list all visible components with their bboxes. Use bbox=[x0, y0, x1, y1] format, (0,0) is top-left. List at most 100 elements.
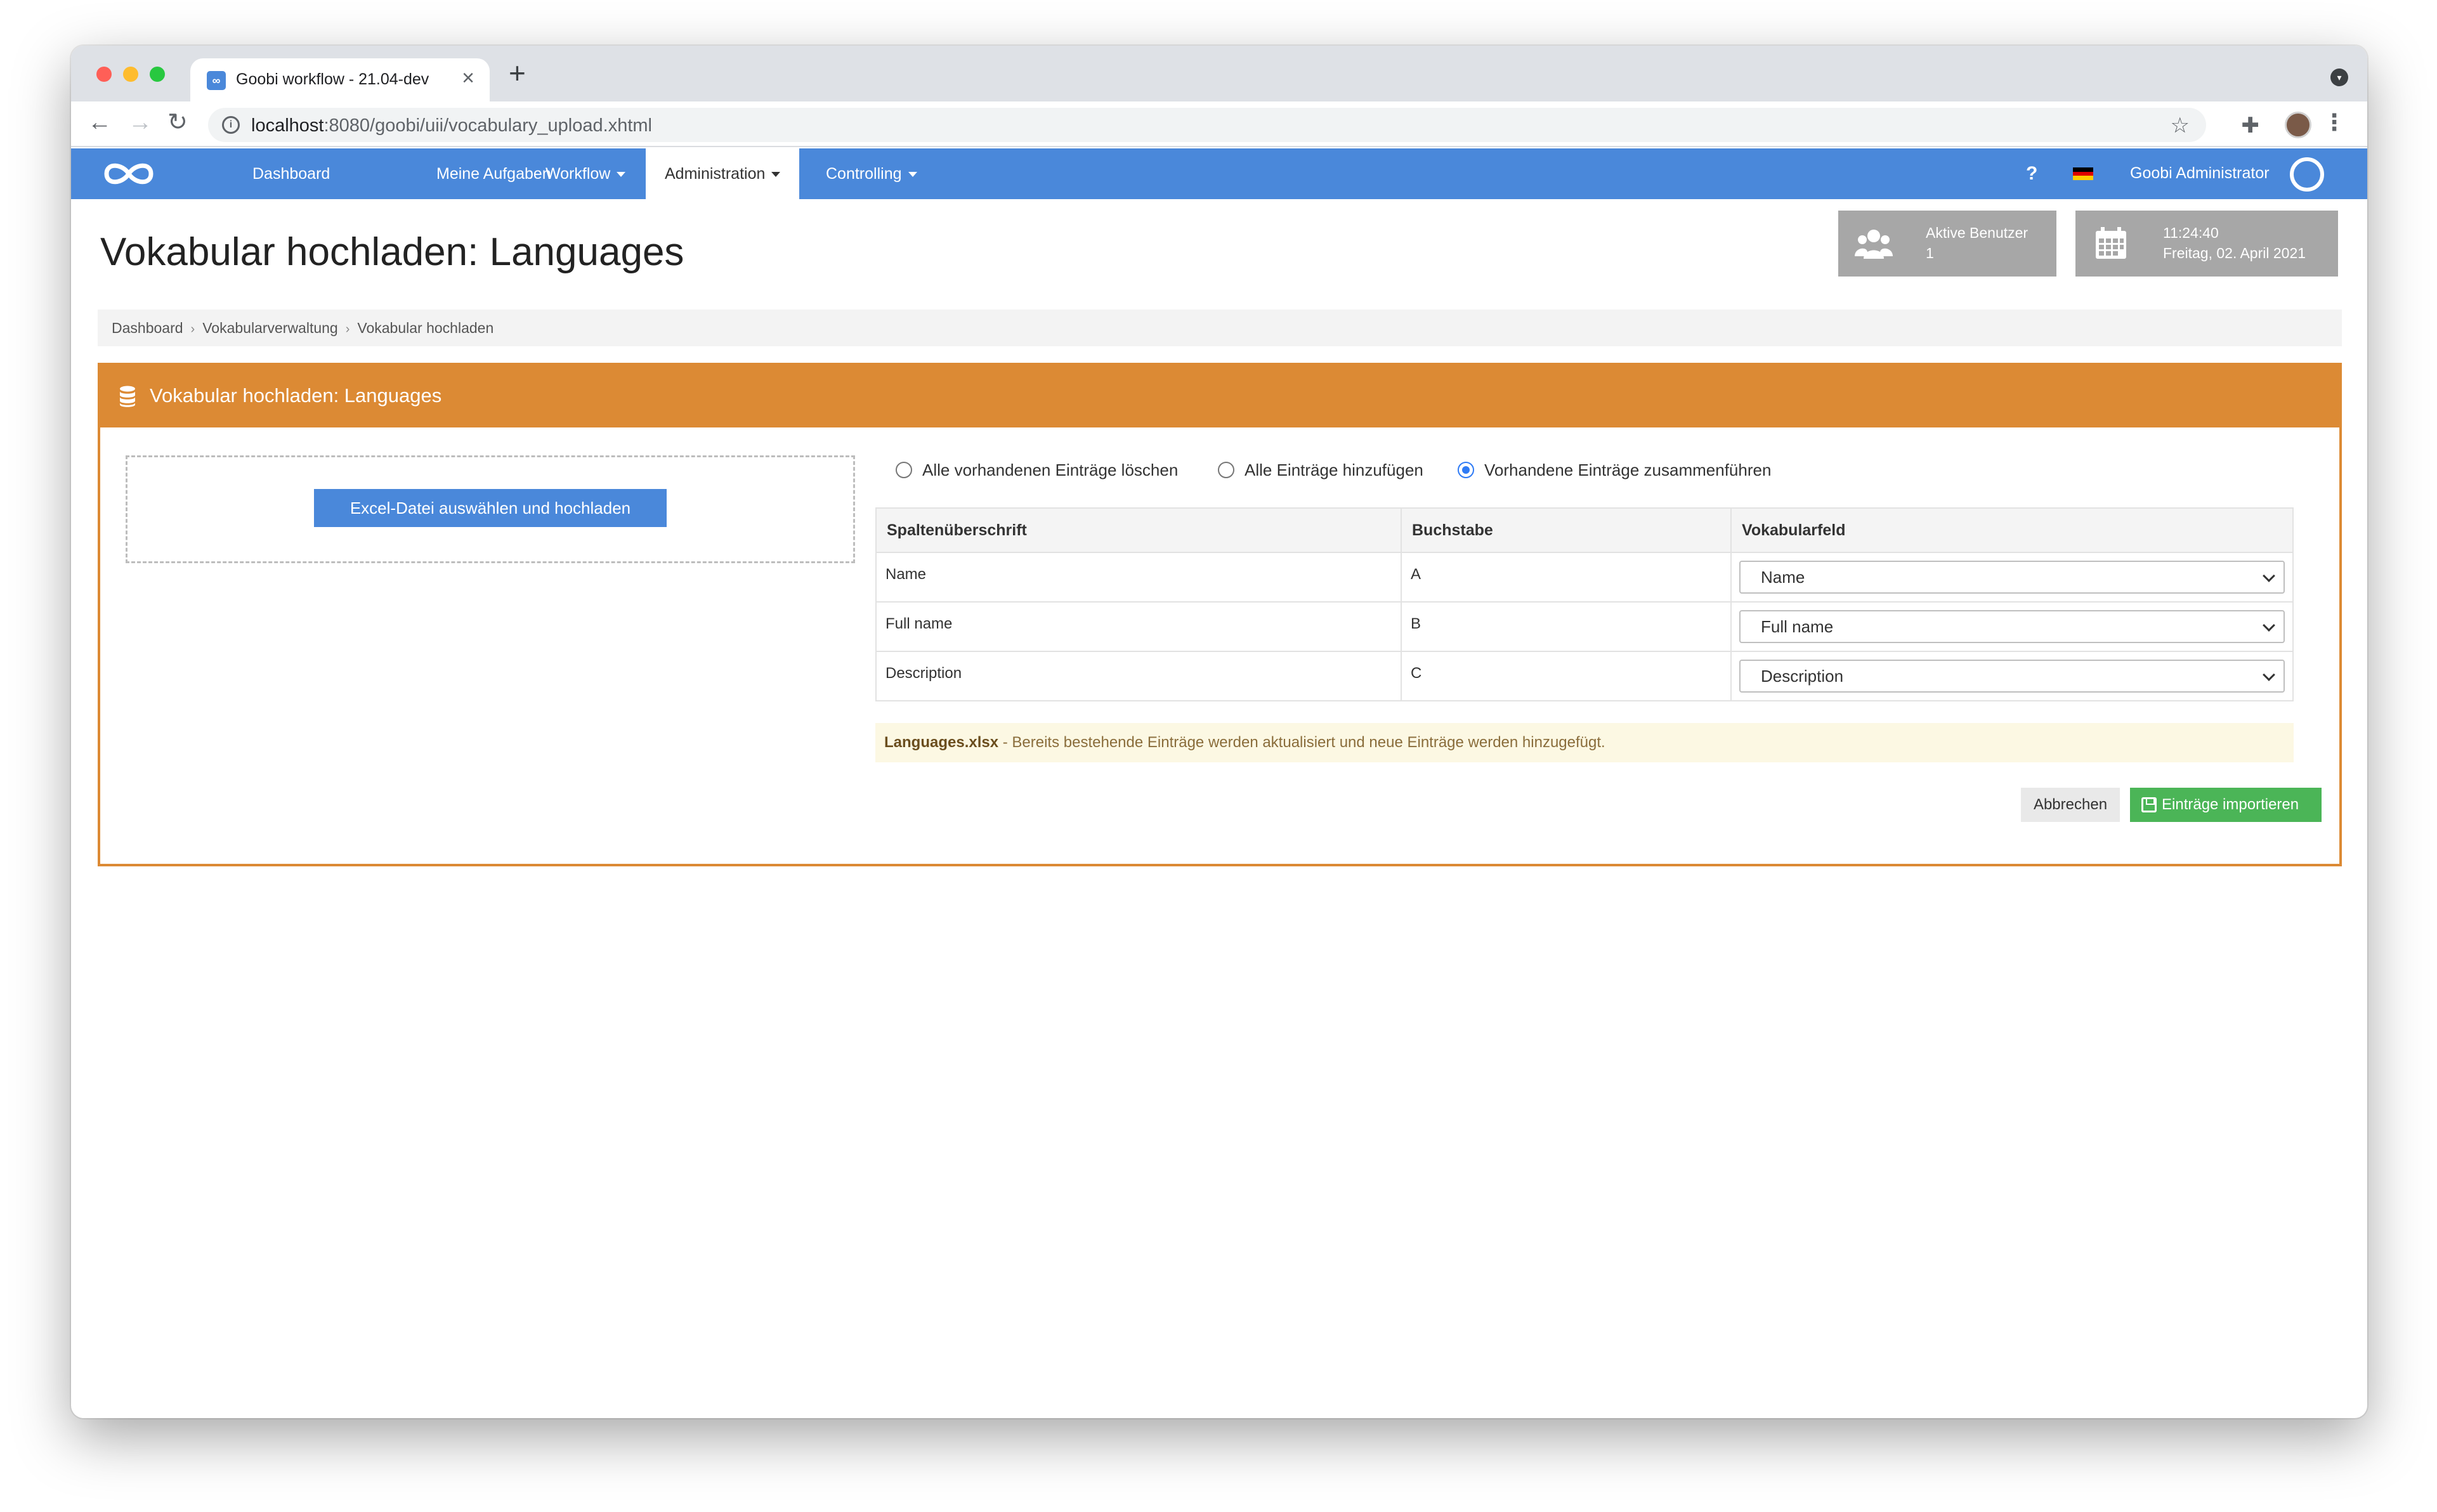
column-header: Spaltenüberschrift bbox=[875, 507, 1402, 553]
chevron-right-icon: › bbox=[190, 322, 195, 336]
select-value: Description bbox=[1761, 667, 1844, 686]
site-info-icon[interactable]: i bbox=[222, 116, 240, 134]
active-users-count: 1 bbox=[1926, 245, 1934, 261]
notice-filename: Languages.xlsx bbox=[884, 734, 999, 751]
browser-toolbar: ← → ↻ i localhost:8080/goobi/uii/vocabul… bbox=[71, 101, 2367, 147]
merge-notice: Languages.xlsx - Bereits bestehende Eint… bbox=[875, 723, 2294, 762]
chevron-right-icon: › bbox=[345, 322, 350, 336]
chevron-down-icon bbox=[2263, 619, 2275, 632]
cell-field: Description bbox=[1730, 651, 2294, 701]
german-flag-icon[interactable] bbox=[2073, 167, 2093, 180]
date-time-widget: 11:24:40 Freitag, 02. April 2021 bbox=[2075, 211, 2338, 277]
tab-search-icon[interactable]: ▾ bbox=[2330, 68, 2348, 86]
cell-field: Name bbox=[1730, 552, 2294, 603]
radio-button[interactable] bbox=[1218, 462, 1234, 478]
nav-controlling[interactable]: Controlling bbox=[807, 148, 936, 199]
box-title: Vokabular hochladen: Languages bbox=[150, 384, 442, 407]
current-date: Freitag, 02. April 2021 bbox=[2163, 245, 2306, 261]
cell-letter: A bbox=[1401, 552, 1732, 603]
cell-letter: C bbox=[1401, 651, 1732, 701]
url-text: localhost:8080/goobi/uii/vocabulary_uplo… bbox=[251, 115, 652, 136]
notice-text: - Bereits bestehende Einträge werden akt… bbox=[998, 734, 1605, 751]
breadcrumb-vocabulary-upload: Vokabular hochladen bbox=[357, 320, 494, 336]
nav-dashboard[interactable]: Dashboard bbox=[233, 148, 349, 199]
nav-controlling-label: Controlling bbox=[826, 165, 902, 183]
cell-heading: Full name bbox=[875, 601, 1402, 652]
current-time: 11:24:40 bbox=[2163, 225, 2219, 241]
app-navbar: Dashboard Meine Aufgaben Workflow Admini… bbox=[71, 148, 2367, 199]
help-icon[interactable]: ? bbox=[2026, 148, 2037, 199]
table-header-row: Spaltenüberschrift Buchstabe Vokabularfe… bbox=[875, 507, 2294, 553]
nav-dashboard-label: Dashboard bbox=[252, 165, 330, 183]
cell-heading: Name bbox=[875, 552, 1402, 603]
file-dropzone[interactable]: Excel-Datei auswählen und hochladen bbox=[126, 455, 855, 563]
database-icon bbox=[120, 386, 135, 407]
column-header: Vokabularfeld bbox=[1730, 507, 2294, 553]
radio-merge-label: Vorhandene Einträge zusammenführen bbox=[1484, 460, 1772, 479]
box-header: Vokabular hochladen: Languages bbox=[100, 365, 2339, 427]
vocabulary-field-select[interactable]: Full name bbox=[1739, 610, 2285, 643]
bookmark-star-icon[interactable]: ☆ bbox=[2171, 113, 2190, 138]
extensions-puzzle-icon[interactable]: ✚ bbox=[2242, 113, 2260, 138]
nav-workflow-label: Workflow bbox=[546, 165, 611, 183]
table-row: Description C Description bbox=[875, 651, 2294, 701]
reload-icon[interactable]: ↻ bbox=[167, 110, 188, 134]
close-tab-icon[interactable]: × bbox=[462, 67, 474, 89]
upload-box: Vokabular hochladen: Languages Excel-Dat… bbox=[98, 363, 2342, 866]
user-menu[interactable]: Goobi Administrator bbox=[2130, 148, 2270, 198]
column-header: Buchstabe bbox=[1401, 507, 1732, 553]
breadcrumb-dashboard[interactable]: Dashboard bbox=[112, 320, 183, 336]
tab-title: Goobi workflow - 21.04-dev bbox=[236, 70, 429, 88]
nav-administration-label: Administration bbox=[665, 165, 766, 183]
import-entries-button[interactable]: Einträge importieren bbox=[2130, 788, 2322, 822]
cancel-button[interactable]: Abbrechen bbox=[2021, 788, 2120, 822]
radio-delete-all-label: Alle vorhandenen Einträge löschen bbox=[922, 460, 1179, 479]
cell-letter: B bbox=[1401, 601, 1732, 652]
close-window-button[interactable] bbox=[96, 67, 112, 82]
radio-add-all-label: Alle Einträge hinzufügen bbox=[1245, 460, 1423, 479]
breadcrumb-vocabulary-management[interactable]: Vokabularverwaltung bbox=[202, 320, 338, 336]
select-value: Name bbox=[1761, 568, 1805, 587]
caret-down-icon bbox=[617, 172, 626, 178]
minimize-window-button[interactable] bbox=[123, 67, 138, 82]
url-path: :8080/goobi/uii/vocabulary_upload.xhtml bbox=[323, 115, 652, 136]
chevron-down-icon bbox=[2263, 570, 2275, 582]
mapping-table: Spaltenüberschrift Buchstabe Vokabularfe… bbox=[875, 507, 2294, 701]
active-users-widget[interactable]: Aktive Benutzer 1 bbox=[1838, 211, 2056, 277]
cell-field: Full name bbox=[1730, 601, 2294, 652]
active-users-label: Aktive Benutzer bbox=[1926, 225, 2029, 241]
browser-menu-icon[interactable]: ⋮ bbox=[2323, 109, 2346, 136]
page-title: Vokabular hochladen: Languages bbox=[100, 230, 684, 274]
goobi-logo-icon[interactable] bbox=[100, 159, 157, 189]
upload-excel-button[interactable]: Excel-Datei auswählen und hochladen bbox=[314, 489, 667, 527]
browser-tab[interactable]: ∞ Goobi workflow - 21.04-dev × bbox=[190, 58, 490, 101]
address-bar[interactable]: i localhost:8080/goobi/uii/vocabulary_up… bbox=[208, 108, 2206, 142]
maximize-window-button[interactable] bbox=[150, 67, 165, 82]
nav-workflow[interactable]: Workflow bbox=[526, 148, 644, 199]
import-entries-label: Einträge importieren bbox=[2162, 796, 2299, 813]
breadcrumb: Dashboard › Vokabularverwaltung › Vokabular … bbox=[98, 310, 2342, 346]
calendar-icon bbox=[2096, 227, 2126, 259]
forward-icon[interactable]: → bbox=[128, 110, 152, 134]
goobi-user-logo-icon[interactable] bbox=[2290, 157, 2324, 192]
nav-administration[interactable]: Administration bbox=[646, 148, 800, 199]
table-row: Name A Name bbox=[875, 552, 2294, 603]
caret-down-icon bbox=[771, 172, 781, 178]
new-tab-button[interactable]: + bbox=[509, 58, 526, 88]
save-icon bbox=[2141, 797, 2157, 812]
select-value: Full name bbox=[1761, 617, 1834, 636]
caret-down-icon bbox=[908, 172, 917, 178]
cell-heading: Description bbox=[875, 651, 1402, 701]
radio-button-checked[interactable] bbox=[1458, 462, 1474, 478]
browser-window: ∞ Goobi workflow - 21.04-dev × + ▾ ← → ↻… bbox=[71, 46, 2367, 1418]
back-icon[interactable]: ← bbox=[88, 110, 112, 134]
profile-avatar[interactable] bbox=[2285, 112, 2311, 138]
vocabulary-field-select[interactable]: Name bbox=[1739, 561, 2285, 594]
users-group-icon bbox=[1855, 230, 1893, 259]
tab-strip: ∞ Goobi workflow - 21.04-dev × + ▾ bbox=[71, 46, 2367, 101]
chevron-down-icon bbox=[2263, 668, 2275, 681]
url-host: localhost bbox=[251, 115, 324, 136]
radio-button[interactable] bbox=[896, 462, 912, 478]
vocabulary-field-select[interactable]: Description bbox=[1739, 660, 2285, 693]
table-row: Full name B Full name bbox=[875, 601, 2294, 652]
